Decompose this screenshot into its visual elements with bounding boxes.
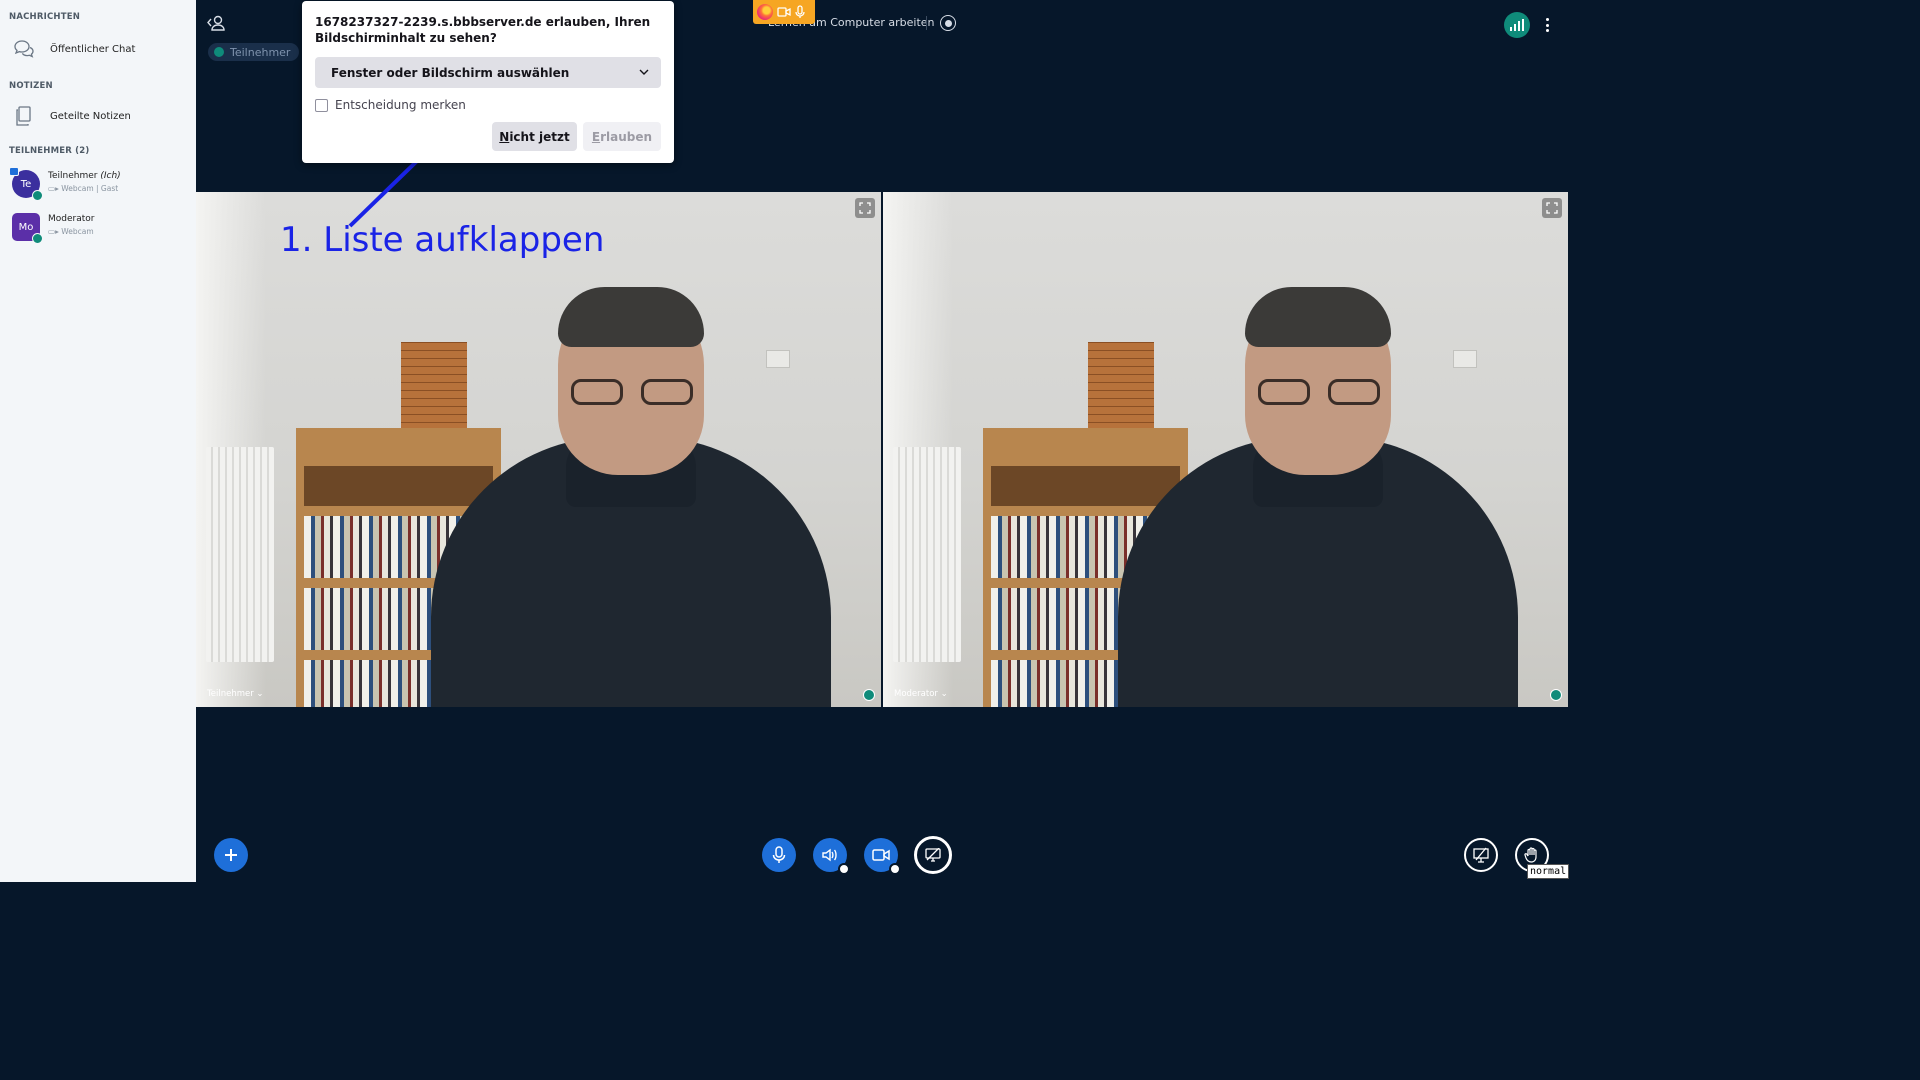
audio-options-icon[interactable] <box>838 863 850 875</box>
firefox-icon <box>757 4 773 20</box>
user-list-item[interactable]: Mo Moderator ▭▸ Webcam <box>8 209 188 245</box>
fullscreen-icon[interactable] <box>855 198 875 218</box>
fullscreen-icon[interactable] <box>1542 198 1562 218</box>
video-tile[interactable]: Moderator ⌄ <box>883 192 1568 707</box>
mic-status-icon <box>32 190 43 201</box>
webcam-video <box>196 192 881 707</box>
screen-share-permission-dialog: 1678237327-2239.s.bbbserver.de erlauben,… <box>302 1 674 163</box>
copy-document-icon <box>12 104 36 128</box>
record-icon[interactable] <box>940 15 956 31</box>
video-user-name: Teilnehmer <box>207 689 254 699</box>
microphone-button[interactable] <box>762 838 796 872</box>
user-name-text: Moderator <box>48 214 95 224</box>
dialog-prompt: 1678237327-2239.s.bbbserver.de erlauben,… <box>315 15 651 45</box>
vertical-dots-icon[interactable] <box>1541 16 1553 34</box>
participant-pill[interactable]: Teilnehmer <box>208 43 300 61</box>
screen-share-icon <box>925 848 941 862</box>
select-value: Fenster oder Bildschirm auswählen <box>331 65 570 80</box>
mic-status-icon <box>863 689 875 701</box>
microphone-icon <box>795 5 805 18</box>
not-now-accesskey: N <box>499 129 510 144</box>
remember-decision-checkbox[interactable]: Entscheidung merken <box>315 98 466 112</box>
camera-button[interactable] <box>864 838 901 875</box>
annotation-text: 1. Liste aufklappen <box>280 220 605 260</box>
user-list-item[interactable]: Te Teilnehmer (Ich) ▭▸ Webcam | Gast <box>8 166 188 202</box>
user-status: ▭▸ Webcam <box>48 227 94 236</box>
window-screen-select[interactable]: Fenster oder Bildschirm auswählen <box>315 57 661 88</box>
participant-pill-label: Teilnehmer <box>230 45 291 59</box>
webcam-video <box>883 192 1568 707</box>
avatar: Mo <box>12 213 43 244</box>
actions-plus-button[interactable] <box>214 838 248 872</box>
user-me-tag: (Ich) <box>100 171 121 181</box>
not-now-label: icht jetzt <box>509 129 570 144</box>
not-now-button[interactable]: Nicht jetzt <box>492 122 577 151</box>
presentation-icon <box>1473 847 1489 863</box>
signal-bars-icon[interactable] <box>1504 12 1530 38</box>
video-user-label[interactable]: Moderator ⌄ <box>894 689 948 699</box>
avatar-initials: Te <box>20 178 32 190</box>
user-name: Teilnehmer (Ich) <box>48 171 121 181</box>
user-status-text: Webcam <box>61 227 94 236</box>
screen-share-button[interactable] <box>914 836 952 874</box>
user-name-text: Teilnehmer <box>48 171 98 181</box>
status-dot <box>214 47 224 57</box>
video-tile[interactable]: Teilnehmer ⌄ <box>196 192 881 707</box>
public-chat-label: Öffentlicher Chat <box>50 43 136 55</box>
remember-decision-label: Entscheidung merken <box>335 98 466 112</box>
checkbox[interactable] <box>315 98 328 112</box>
camera-icon <box>872 849 890 861</box>
user-status-text: Webcam | Gast <box>61 184 119 193</box>
speaker-icon <box>822 848 837 862</box>
notes-section-title: NOTIZEN <box>9 81 53 91</box>
sidebar: NACHRICHTEN Öffentlicher Chat NOTIZEN Ge… <box>0 0 196 882</box>
public-chat-item[interactable]: Öffentlicher Chat <box>8 32 188 66</box>
mic-status-icon <box>32 233 43 244</box>
audio-button[interactable] <box>813 838 850 875</box>
allow-accesskey: E <box>591 129 601 144</box>
status-tooltip: normal <box>1527 864 1570 879</box>
user-status: ▭▸ Webcam | Gast <box>48 184 118 193</box>
user-list-toggle-icon[interactable] <box>206 14 226 36</box>
user-name: Moderator <box>48 214 94 224</box>
camera-options-icon[interactable] <box>889 863 901 875</box>
plus-icon <box>225 849 237 861</box>
avatar: Te <box>9 167 43 201</box>
webcam-icon: ▭▸ <box>48 227 62 236</box>
hand-icon <box>1524 847 1537 863</box>
mic-status-icon <box>1550 689 1562 701</box>
shared-notes-label: Geteilte Notizen <box>50 110 131 122</box>
video-user-name: Moderator <box>894 689 938 699</box>
chevron-down-icon <box>639 69 649 75</box>
shared-notes-item[interactable]: Geteilte Notizen <box>8 99 188 133</box>
divider <box>926 16 927 30</box>
chat-bubble-icon <box>12 37 36 61</box>
microphone-icon <box>772 846 786 863</box>
webcam-icon: ▭▸ <box>48 184 62 193</box>
video-user-label[interactable]: Teilnehmer ⌄ <box>207 689 264 699</box>
allow-button[interactable]: Erlauben <box>583 122 661 151</box>
messages-section-title: NACHRICHTEN <box>9 12 81 22</box>
avatar-initials: Mo <box>18 221 34 233</box>
presenter-icon <box>9 167 19 176</box>
participants-section-title: TEILNEHMER (2) <box>9 146 90 156</box>
browser-sharing-indicator[interactable] <box>753 0 815 24</box>
camera-icon <box>777 7 791 17</box>
allow-label: rlauben <box>600 129 653 144</box>
presentation-button[interactable] <box>1464 838 1498 872</box>
